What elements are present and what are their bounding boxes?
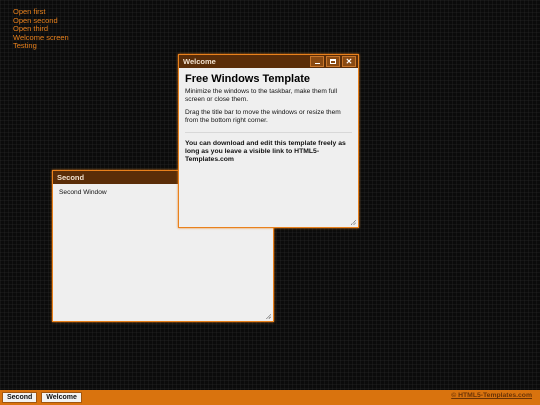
minimize-icon [314, 63, 320, 64]
welcome-window-resize-handle[interactable] [351, 220, 356, 225]
welcome-window: Welcome ✕ Free Windows Template Minimize… [178, 54, 359, 228]
window-controls: ✕ [310, 56, 356, 67]
minimize-button[interactable] [310, 56, 324, 67]
menu-testing[interactable]: Testing [13, 42, 69, 51]
maximize-button[interactable] [326, 56, 340, 67]
desktop-menu: Open first Open second Open third Welcom… [13, 7, 69, 51]
welcome-window-titlebar[interactable]: Welcome ✕ [179, 55, 358, 68]
welcome-paragraph-2: Drag the title bar to move the windows o… [185, 108, 341, 125]
welcome-heading: Free Windows Template [185, 73, 310, 85]
divider [185, 131, 352, 133]
welcome-window-content: Free Windows Template Minimize the windo… [179, 68, 358, 174]
welcome-note: You can download and edit this template … [185, 139, 346, 164]
taskbar: Second Welcome © HTML5-Templates.com [0, 390, 540, 405]
credit-link[interactable]: © HTML5-Templates.com [451, 392, 532, 399]
second-window-resize-handle[interactable] [266, 314, 271, 319]
welcome-paragraph-1: Minimize the windows to the taskbar, mak… [185, 88, 338, 104]
close-button[interactable]: ✕ [342, 56, 356, 67]
close-icon: ✕ [345, 57, 353, 66]
taskbar-button-second[interactable]: Second [2, 392, 38, 403]
second-window-title: Second [57, 173, 85, 182]
taskbar-button-welcome[interactable]: Welcome [41, 392, 82, 403]
welcome-window-title: Welcome [183, 57, 216, 66]
maximize-icon [330, 59, 336, 64]
